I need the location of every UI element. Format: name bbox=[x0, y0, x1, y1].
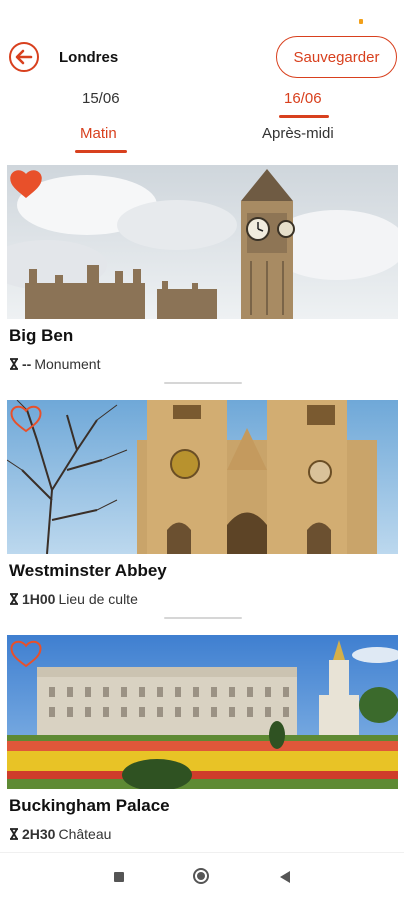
system-nav-bar bbox=[0, 852, 404, 901]
divider bbox=[164, 382, 242, 384]
back-button[interactable] bbox=[9, 42, 39, 72]
back-triangle-icon[interactable] bbox=[280, 871, 290, 883]
hourglass-icon bbox=[10, 593, 18, 605]
divider bbox=[164, 617, 242, 619]
place-card-big-ben[interactable]: Big Ben -- Monument bbox=[7, 165, 398, 372]
place-name: Buckingham Palace bbox=[9, 796, 170, 815]
place-name: Big Ben bbox=[9, 326, 74, 345]
place-image-big-ben bbox=[7, 165, 398, 319]
place-meta: 1H00 Lieu de culte bbox=[9, 591, 138, 607]
tab-afternoon[interactable]: Après-midi bbox=[262, 125, 334, 142]
favorite-heart-icon[interactable] bbox=[10, 405, 42, 433]
place-duration: -- bbox=[22, 356, 32, 372]
place-card-buckingham-palace[interactable]: Buckingham Palace 2H30 Château bbox=[7, 635, 398, 842]
place-duration: 1H00 bbox=[22, 591, 56, 607]
arrow-left-icon bbox=[15, 49, 33, 65]
place-meta: -- Monument bbox=[9, 356, 100, 372]
hourglass-icon bbox=[10, 828, 18, 840]
period-tab-indicator bbox=[75, 150, 127, 153]
favorite-heart-icon[interactable] bbox=[10, 170, 42, 198]
place-duration: 2H30 bbox=[22, 826, 56, 842]
place-card-westminster-abbey[interactable]: Westminster Abbey 1H00 Lieu de culte bbox=[7, 400, 398, 607]
favorite-heart-icon[interactable] bbox=[10, 640, 42, 668]
place-name: Westminster Abbey bbox=[9, 561, 167, 580]
place-image-westminster-abbey bbox=[7, 400, 398, 554]
page-title: Londres bbox=[59, 49, 119, 66]
place-image-buckingham-palace bbox=[7, 635, 398, 789]
save-button[interactable]: Sauvegarder bbox=[276, 36, 397, 78]
status-indicator bbox=[359, 19, 363, 24]
hourglass-icon bbox=[10, 358, 18, 370]
place-meta: 2H30 Château bbox=[9, 826, 111, 842]
tab-date-2[interactable]: 16/06 bbox=[284, 90, 322, 107]
date-tab-indicator bbox=[279, 115, 329, 118]
place-category: Lieu de culte bbox=[58, 591, 138, 607]
tab-date-1[interactable]: 15/06 bbox=[82, 90, 120, 107]
recents-icon[interactable] bbox=[114, 872, 124, 882]
home-icon[interactable] bbox=[193, 868, 209, 884]
place-category: Château bbox=[58, 826, 112, 842]
tab-morning[interactable]: Matin bbox=[80, 125, 117, 142]
place-category: Monument bbox=[34, 356, 101, 372]
